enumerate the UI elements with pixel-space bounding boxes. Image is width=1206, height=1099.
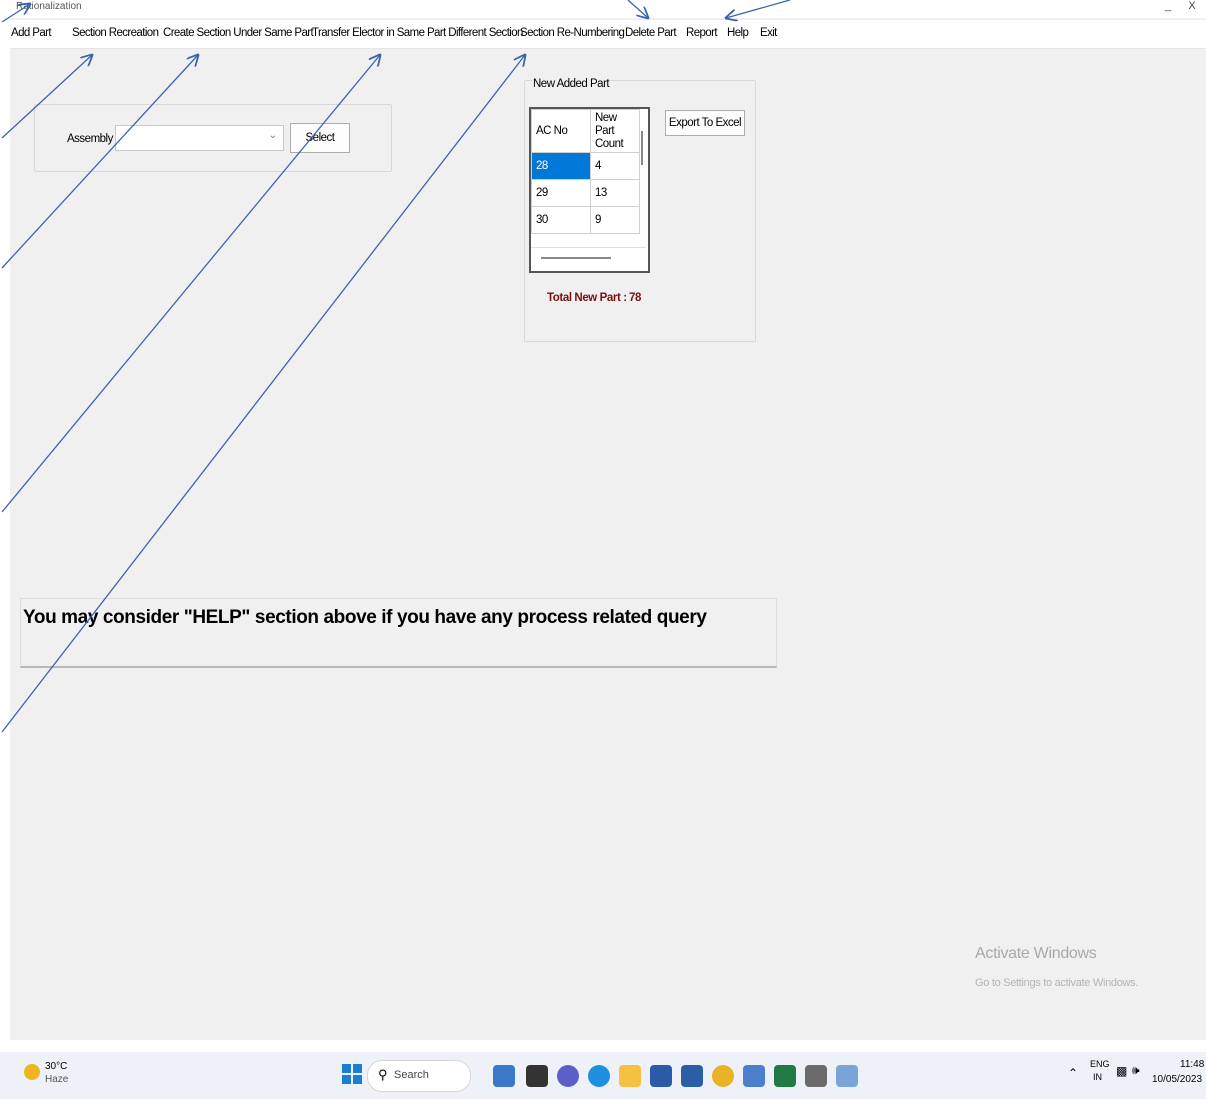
windows-start-icon[interactable]: [342, 1064, 362, 1084]
weather-icon[interactable]: [24, 1064, 40, 1080]
horizontal-scrollbar[interactable]: [531, 247, 646, 270]
table-cell[interactable]: 4: [590, 152, 640, 180]
menu-add-part[interactable]: Add Part: [11, 27, 52, 39]
language-code[interactable]: ENG: [1090, 1059, 1110, 1069]
menu-bar: Add Part Section Recreation Create Secti…: [10, 20, 1206, 49]
table-cell[interactable]: 9: [590, 206, 640, 234]
help-note-panel: You may consider "HELP" section above if…: [20, 598, 777, 668]
close-button[interactable]: X: [1182, 0, 1202, 12]
clock-date[interactable]: 10/05/2023: [1152, 1074, 1202, 1085]
file-explorer-icon[interactable]: [619, 1065, 641, 1087]
search-icon: ⚲: [378, 1067, 388, 1082]
chevron-down-icon: ⌄: [268, 130, 277, 141]
excel-app-icon[interactable]: [774, 1065, 796, 1087]
store-app-icon[interactable]: [650, 1065, 672, 1087]
table-cell[interactable]: 30: [531, 206, 591, 234]
column-header-ac-no[interactable]: AC No: [531, 109, 591, 153]
region-code[interactable]: IN: [1093, 1072, 1102, 1082]
export-to-excel-button[interactable]: Export To Excel: [665, 110, 745, 136]
app-window: Rationalization _ X Add Part Section Rec…: [10, 0, 1206, 1040]
menu-section-renumbering[interactable]: Section Re-Numbering: [520, 27, 625, 39]
chrome-browser-icon[interactable]: [712, 1065, 734, 1087]
minimize-button[interactable]: _: [1158, 0, 1178, 12]
network-icon[interactable]: ▩: [1116, 1064, 1127, 1078]
new-added-part-title: New Added Part: [532, 78, 611, 90]
edge-browser-icon[interactable]: [588, 1065, 610, 1087]
table-row[interactable]: 30 9: [531, 206, 640, 234]
select-button[interactable]: Select: [290, 123, 350, 153]
title-bar: Rationalization _ X: [10, 0, 1206, 18]
weather-temp[interactable]: 30°C: [45, 1061, 67, 1072]
calendar-app-icon[interactable]: [743, 1065, 765, 1087]
menu-report[interactable]: Report: [686, 27, 718, 39]
table-row[interactable]: 29 13: [531, 179, 640, 207]
help-note-text: You may consider "HELP" section above if…: [23, 607, 707, 628]
activate-windows-subtitle: Go to Settings to activate Windows.: [975, 977, 1139, 989]
taskbar-search-box[interactable]: ⚲ Search: [367, 1060, 471, 1092]
new-part-grid[interactable]: AC No New Part Count 28 4 29 13 30 9: [529, 107, 650, 273]
total-new-part-value: 78: [629, 292, 641, 304]
activate-windows-title: Activate Windows: [975, 945, 1097, 962]
window-title: Rationalization: [16, 1, 82, 12]
rationalization-app-icon[interactable]: [836, 1065, 858, 1087]
chat-app-icon[interactable]: [557, 1065, 579, 1087]
clock-time[interactable]: 11:48: [1180, 1059, 1204, 1070]
table-cell[interactable]: 29: [531, 179, 591, 207]
menu-delete-part[interactable]: Delete Part: [625, 27, 677, 39]
menu-section-recreation[interactable]: Section Recreation: [72, 27, 159, 39]
task-view-icon[interactable]: [526, 1065, 548, 1087]
table-cell[interactable]: 13: [590, 179, 640, 207]
widgets-app-icon[interactable]: [493, 1065, 515, 1087]
scrollbar-thumb[interactable]: [541, 257, 611, 259]
assembly-dropdown[interactable]: ⌄: [115, 125, 284, 151]
table-row[interactable]: 28 4: [531, 152, 640, 180]
taskbar: 30°C Haze ⚲ Search ⌃ ENG IN ▩ 🕪 11:48 10…: [0, 1052, 1206, 1099]
total-new-part-label: Total New Part :: [547, 292, 627, 304]
mail-app-icon[interactable]: [681, 1065, 703, 1087]
new-added-part-group: New Added Part AC No New Part Count 28 4…: [524, 78, 756, 342]
menu-exit[interactable]: Exit: [760, 27, 777, 39]
weather-desc[interactable]: Haze: [45, 1074, 68, 1085]
assembly-group: Assembly ⌄ Select: [34, 104, 392, 172]
assembly-label: Assembly: [67, 133, 113, 145]
column-header-new-part-count[interactable]: New Part Count: [590, 109, 640, 153]
search-label: Search: [394, 1069, 429, 1081]
menu-transfer-elector[interactable]: Transfer Elector in Same Part Different …: [312, 27, 523, 39]
settings-app-icon[interactable]: [805, 1065, 827, 1087]
table-cell[interactable]: 28: [531, 152, 591, 180]
vertical-scrollbar-thumb[interactable]: [641, 131, 643, 165]
menu-help[interactable]: Help: [727, 27, 749, 39]
chevron-up-icon[interactable]: ⌃: [1068, 1066, 1078, 1080]
volume-icon[interactable]: 🕪: [1132, 1063, 1140, 1078]
menu-create-section-under-same-part[interactable]: Create Section Under Same Part: [163, 27, 314, 39]
